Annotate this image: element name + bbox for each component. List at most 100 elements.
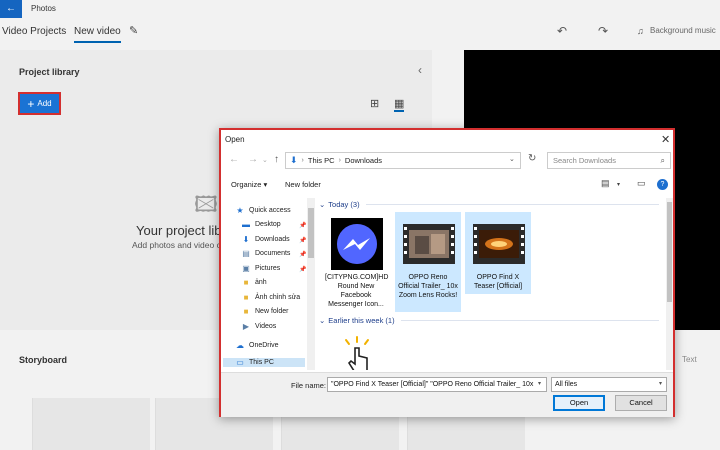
file-name-input[interactable]: "OPPO Find X Teaser [Official]" "OPPO Re… [327, 377, 547, 392]
file-list-scrollbar-thumb[interactable] [667, 202, 672, 302]
pc-icon: ▭ [236, 358, 244, 367]
nav-item-label: Downloads [255, 236, 290, 243]
chevron-right-icon: › [301, 157, 304, 164]
up-arrow-icon[interactable]: ↑ [274, 154, 279, 165]
nav-item-label: Documents [255, 250, 291, 257]
file-name: OPPO Find X Teaser [Official] [473, 274, 523, 290]
back-arrow-icon[interactable]: ← [0, 0, 22, 18]
add-button[interactable]: + Add [18, 92, 61, 115]
open-button[interactable]: Open [553, 395, 605, 411]
help-icon[interactable]: ? [657, 179, 668, 190]
nav-item-label: OneDrive [249, 342, 279, 349]
back-arrow-icon[interactable]: ← [229, 154, 239, 165]
search-input[interactable]: Search Downloads ⌕ [547, 152, 671, 169]
nav-item-label: Pictures [255, 265, 281, 272]
address-row: ← → ⌄ ↑ ⬇ › This PC › Downloads ⌄ ↻ Sear… [221, 150, 673, 172]
title-bar: ← Photos [0, 0, 720, 18]
chevron-down-icon[interactable]: ▾ [617, 181, 620, 188]
chevron-down-icon: ⌄ [319, 200, 326, 209]
empty-library-subtitle: Add photos and video c [132, 240, 221, 250]
pin-icon[interactable]: 📌 [299, 237, 306, 244]
nav-item-desktop[interactable]: ▬ Desktop [241, 220, 281, 229]
pin-icon[interactable]: 📌 [299, 251, 306, 258]
redo-icon[interactable]: ↷ [598, 24, 608, 38]
dialog-footer: File name: "OPPO Find X Teaser [Official… [221, 372, 673, 417]
group-header-today[interactable]: ⌄ Today (3) [319, 200, 659, 209]
text-button[interactable]: Text [682, 355, 697, 364]
hand-click-icon [331, 334, 383, 370]
pin-icon[interactable]: 📌 [299, 266, 306, 273]
nav-item-videos[interactable]: ▶ Videos [241, 322, 276, 331]
folder-icon: ■ [243, 307, 249, 316]
group-divider [400, 320, 659, 321]
chevron-down-icon[interactable]: ⌄ [509, 155, 515, 163]
nav-item-label: Ảnh chỉnh sửa [255, 294, 301, 301]
file-item[interactable]: OPPO Find X Teaser [Official] [465, 212, 531, 294]
file-item[interactable]: [CITYPNG.COM]HD Round New Facebook Messe… [323, 212, 389, 312]
cancel-button[interactable]: Cancel [615, 395, 667, 411]
download-location-icon: ⬇ [290, 155, 298, 165]
nav-item-this-pc[interactable]: ▭ This PC [223, 358, 305, 367]
forward-arrow-icon[interactable]: → [248, 154, 258, 165]
document-icon: ▤ [242, 249, 250, 258]
open-dialog: Open ✕ ← → ⌄ ↑ ⬇ › This PC › Downloads ⌄… [219, 128, 675, 417]
group-header-label: Today (3) [328, 200, 360, 209]
preview-pane-icon[interactable]: ▭ [637, 178, 646, 189]
messenger-icon [331, 218, 383, 270]
new-folder-button[interactable]: New folder [285, 180, 321, 189]
nav-scrollbar[interactable] [307, 198, 315, 370]
grid-view-icon[interactable]: ⊞ [370, 97, 379, 110]
organize-button[interactable]: Organize ▾ [231, 180, 267, 189]
nav-item-anh[interactable]: ■ ảnh [241, 278, 267, 287]
breadcrumb-downloads[interactable]: Downloads [345, 156, 382, 165]
file-name: OPPO Reno Official Trailer_ 10x Zoom Len… [398, 274, 458, 299]
dialog-toolbar: Organize ▾ New folder ▤ ▾ ▭ ? [221, 176, 673, 194]
file-name-label: File name: [291, 381, 327, 390]
refresh-icon[interactable]: ↻ [528, 153, 536, 164]
nav-item-documents[interactable]: ▤ Documents [241, 249, 290, 258]
nav-item-label: This PC [249, 359, 274, 366]
nav-item-label: Videos [255, 323, 277, 330]
undo-icon[interactable]: ↶ [557, 24, 567, 38]
nav-item-new-folder[interactable]: ■ New folder [241, 307, 289, 316]
nav-scrollbar-thumb[interactable] [308, 208, 314, 258]
pin-icon[interactable]: 📌 [299, 222, 306, 229]
nav-item-anh-chinh-sua[interactable]: ■ Ảnh chỉnh sửa [241, 293, 301, 302]
app-title: Photos [31, 4, 56, 13]
chevron-down-icon: ⌄ [319, 316, 326, 325]
file-list-scrollbar[interactable] [666, 198, 673, 370]
nav-item-downloads[interactable]: ⬇ Downloads [241, 235, 290, 244]
tab-video-projects[interactable]: Video Projects [2, 26, 66, 37]
view-options-icon[interactable]: ▤ [601, 178, 610, 189]
close-icon[interactable]: ✕ [661, 133, 670, 146]
breadcrumb-this-pc[interactable]: This PC [308, 156, 335, 165]
tab-new-video[interactable]: New video [74, 26, 121, 43]
dialog-title: Open [225, 135, 245, 144]
star-icon: ★ [236, 206, 244, 215]
file-type-select[interactable]: All files ▾ [551, 377, 667, 392]
file-item[interactable]: OPPO Reno Official Trailer_ 10x Zoom Len… [395, 212, 461, 312]
group-header-earlier[interactable]: ⌄ Earlier this week (1) [319, 316, 659, 325]
list-view-icon[interactable]: ▦ [394, 97, 405, 112]
chevron-left-icon[interactable]: ‹ [418, 63, 422, 77]
storyboard-title: Storyboard [19, 355, 68, 365]
storyboard-slot[interactable] [32, 398, 150, 450]
search-placeholder: Search Downloads [553, 156, 616, 165]
add-label: Add [37, 99, 52, 108]
file-type-value: All files [555, 381, 578, 388]
organize-label: Organize [231, 180, 262, 189]
nav-item-onedrive[interactable]: ☁ OneDrive [235, 341, 279, 350]
nav-item-pictures[interactable]: ▣ Pictures [241, 264, 280, 273]
group-divider [365, 204, 659, 205]
nav-item-quick-access[interactable]: ★ Quick access [235, 206, 290, 215]
download-icon: ⬇ [242, 235, 250, 244]
chevron-down-icon[interactable]: ▾ [538, 380, 541, 387]
group-header-label: Earlier this week (1) [328, 316, 395, 325]
pencil-icon[interactable]: ✎ [129, 24, 138, 37]
background-music-button[interactable]: Background music [650, 26, 716, 35]
address-bar[interactable]: ⬇ › This PC › Downloads [285, 152, 521, 169]
chevron-down-icon[interactable]: ⌄ [262, 156, 268, 164]
nav-item-label: Desktop [255, 221, 281, 228]
file-item[interactable] [323, 328, 389, 370]
video-thumbnail-icon [473, 224, 525, 264]
